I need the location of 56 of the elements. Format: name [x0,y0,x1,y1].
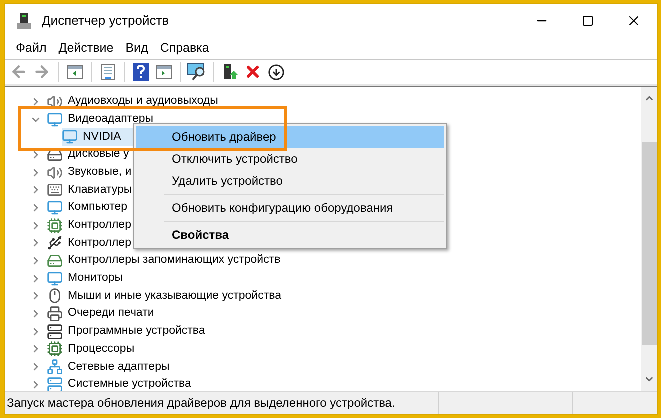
tree-item[interactable]: Системные устройства [47,376,192,391]
context-menu-item[interactable]: Удалить устройство [136,170,444,192]
device-upgrade-icon [221,63,239,81]
tree-item[interactable]: Мониторы [47,270,124,288]
tree-item[interactable]: Контроллер [47,234,132,252]
chip-icon [47,341,63,358]
context-menu-item[interactable]: Обновить драйвер [136,126,444,148]
tree-item[interactable]: Сетевые адаптеры [47,358,170,376]
panel-icon [156,65,172,79]
properties-button[interactable] [98,62,118,82]
keyboard-icon [47,182,63,198]
context-menu-item[interactable]: Свойства [136,224,444,246]
console-tree-button[interactable] [65,62,85,82]
printer-icon [47,306,63,322]
window-title: Диспетчер устройств [42,12,170,30]
tree-item[interactable]: Очереди печати [47,305,154,323]
panel-icon [67,65,83,79]
action-pane-button[interactable] [154,62,174,82]
monitor-icon [62,129,78,146]
scrollbar[interactable] [641,87,657,391]
app-icon [16,13,32,29]
mouse-icon [47,288,63,304]
help-button[interactable] [131,62,151,82]
usb-icon [47,235,63,252]
maximize-icon [582,15,594,27]
monitor-icon [47,200,63,216]
tree-item[interactable]: Программные устройства [47,322,206,341]
tree-item[interactable]: Компьютер [47,199,128,217]
disable-button[interactable] [266,62,286,82]
scan-hardware-button[interactable] [187,62,207,82]
drive-icon [47,253,63,270]
tree-item[interactable]: Процессоры [47,340,135,358]
menu-item[interactable]: Действие [52,39,120,58]
tree-item[interactable]: Аудиовходы и аудиовыходы [47,93,218,111]
tree-item[interactable]: Мыши и иные указывающие устройства [47,288,282,306]
menu-item[interactable]: Вид [120,39,154,58]
tree-item[interactable]: Видеоадаптеры [47,110,154,128]
monitor-icon [47,270,63,287]
context-menu-item[interactable]: Обновить конфигурацию оборудования [136,197,444,219]
help-icon [133,63,149,81]
tree-item[interactable]: Контроллер [47,216,132,234]
context-menu-item[interactable]: Отключить устройство [136,148,444,170]
network-icon [47,359,63,376]
tree-item[interactable]: Звуковые, и [47,164,132,182]
status-text: Запуск мастера обновления драйверов для выделенного устройства. [6,395,396,412]
speaker-icon [47,164,63,181]
monitor-icon [47,112,63,128]
tree-item[interactable]: Клавиатуры [47,181,132,200]
tree-item[interactable]: Дисковые у [47,146,130,164]
document-icon [101,64,115,80]
menu-item[interactable]: Файл [10,39,53,58]
menu-item[interactable]: Справка [154,39,216,58]
chip-icon [47,218,63,234]
tree-item[interactable]: Контроллеры запоминающих устройств [47,252,281,270]
scroll-thumb[interactable] [642,142,656,345]
monitor-search-icon [187,63,207,81]
